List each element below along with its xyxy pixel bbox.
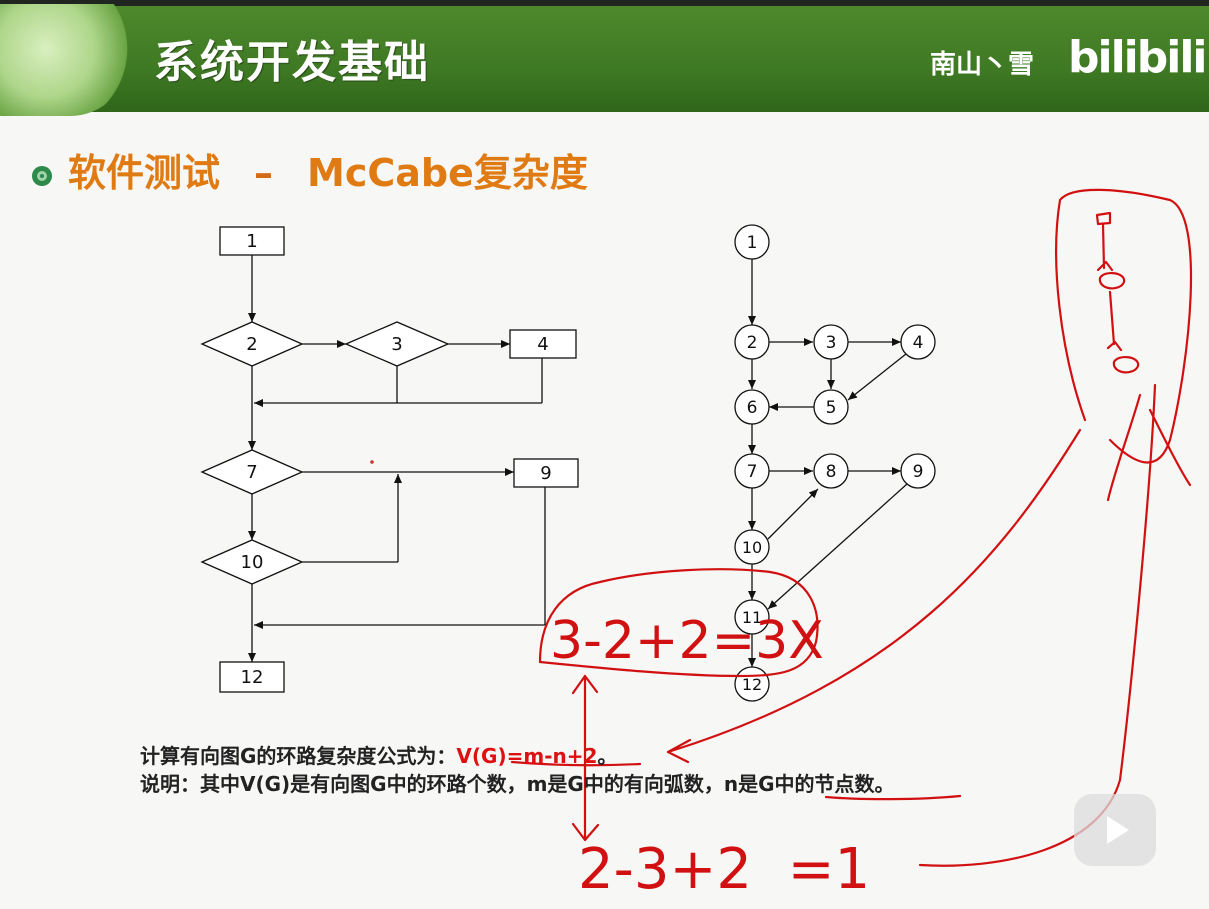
flow-node-8: 8: [813, 453, 849, 489]
flow-box-label: 4: [537, 334, 548, 355]
formula-explanation: 说明：其中V(G)是有向图G中的环路个数，m是G中的有向弧数，n是G中的节点数。: [140, 772, 895, 796]
ink-calc-top: 3-2+2=3X: [550, 611, 824, 671]
flow-node-label: 12: [742, 675, 762, 694]
flow-node-label: 2: [747, 333, 758, 353]
formula-line: 计算有向图G的环路复杂度公式为：V(G)=m-n+2。: [140, 740, 617, 769]
flow-node-label: 3: [826, 333, 837, 353]
flow-node-label: 1: [747, 233, 758, 253]
flow-box-12: 12: [219, 661, 285, 693]
ink-strokes-right: [918, 383, 1192, 867]
formula-suffix: 。: [597, 744, 618, 768]
flow-diamond-label: 2: [246, 334, 257, 355]
flow-box-label: 9: [540, 463, 551, 484]
play-icon: [1107, 816, 1129, 844]
ink-loop-top-right: [1055, 188, 1193, 464]
flow-box-4: 4: [509, 329, 577, 359]
flow-diamond-3: 3: [344, 321, 450, 367]
flow-node-1: 1: [734, 224, 770, 260]
flow-box-label: 1: [246, 231, 257, 252]
flow-box-label: 12: [241, 667, 264, 688]
flow-node-6: 6: [734, 389, 770, 425]
flow-node-label: 10: [742, 538, 762, 557]
flow-node-label: 4: [913, 333, 924, 353]
flow-node-label: 6: [747, 398, 758, 418]
flow-diamond-label: 7: [246, 462, 257, 483]
flow-diamond-7: 7: [200, 449, 304, 495]
flow-box-9: 9: [513, 458, 579, 488]
flow-node-9: 9: [900, 453, 936, 489]
flow-diamond-10: 10: [200, 539, 304, 585]
flow-node-5: 5: [813, 389, 849, 425]
flow-diamond-label: 10: [241, 552, 264, 573]
flow-node-label: 8: [826, 462, 837, 482]
ink-mini-graph: [1095, 211, 1140, 374]
flow-node-label: 9: [913, 462, 924, 482]
ink-arrow-to-formula: [666, 428, 1082, 764]
play-button[interactable]: [1074, 794, 1156, 866]
formula-prefix: 计算有向图G的环路复杂度公式为：: [140, 744, 457, 768]
flow-node-10: 10: [734, 529, 770, 565]
flow-node-12: 12: [734, 666, 770, 702]
flow-node-7: 7: [734, 453, 770, 489]
flow-node-label: 7: [747, 462, 758, 482]
flow-box-1: 1: [219, 226, 285, 256]
flow-diamond-label: 3: [391, 334, 402, 355]
flow-node-3: 3: [813, 324, 849, 360]
flow-node-4: 4: [900, 324, 936, 360]
flow-diamond-2: 2: [200, 321, 304, 367]
flow-node-label: 5: [826, 398, 837, 418]
formula-text: V(G)=m-n+2: [456, 744, 598, 768]
flow-node-2: 2: [734, 324, 770, 360]
flowchart-left: [248, 255, 546, 662]
flowchart-left-shapes: 1 2 3 4 7 9 10 12: [200, 226, 579, 693]
ink-calc-bottom: 2-3+2 =1: [578, 837, 870, 902]
